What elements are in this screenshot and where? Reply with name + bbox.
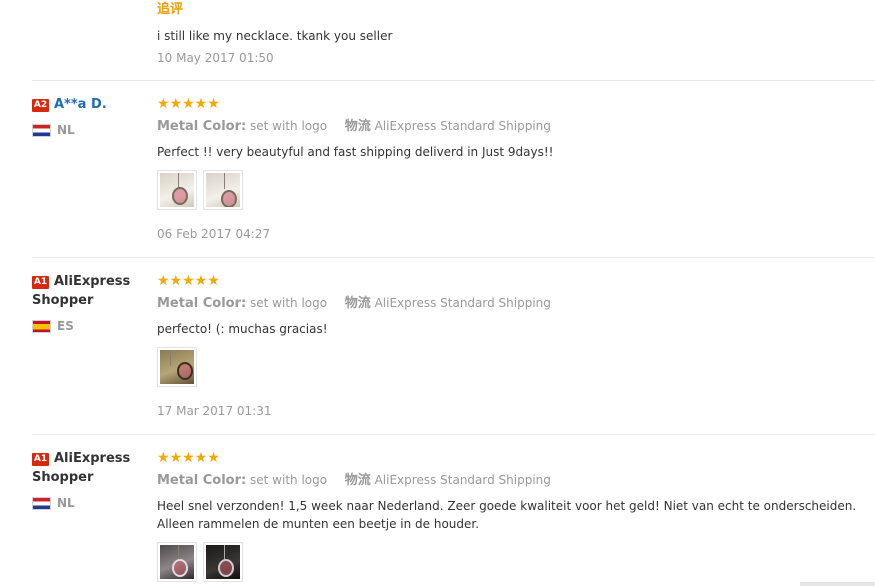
shipping-value: AliExpress Standard Shipping xyxy=(374,473,551,487)
star-rating: ★★★★★ xyxy=(157,450,220,466)
metal-color-label: Metal Color: xyxy=(157,119,247,134)
logistics-label: 物流 xyxy=(344,473,371,488)
review-content: ★★★★★ Metal Color: set with logo 物流 AliE… xyxy=(157,272,875,419)
buyer-level-badge: A2 xyxy=(32,99,49,112)
logistics-label: 物流 xyxy=(344,119,371,134)
buyer-level-badge: A1 xyxy=(32,276,49,289)
metal-color-label: Metal Color: xyxy=(157,296,247,311)
star-rating: ★★★★★ xyxy=(157,273,220,289)
followup-label: 追评 xyxy=(157,2,184,17)
feedback-text: perfecto! (: muchas gracias! xyxy=(157,322,328,336)
photo-thumbnail[interactable] xyxy=(203,542,243,582)
review-item: A1 AliExpress Shopper NL ★★★★★ Metal Colo… xyxy=(32,434,875,587)
metal-color-value: set with logo xyxy=(250,119,328,133)
photo-thumbnails xyxy=(157,542,875,582)
order-attributes: Metal Color: set with logo 物流 AliExpress… xyxy=(157,117,875,136)
review-date: 06 Feb 2017 04:27 xyxy=(157,227,271,241)
scrollbar-track[interactable] xyxy=(800,582,875,586)
review-item: A2 A**a D. NL ★★★★★ Metal Color: set with… xyxy=(32,80,875,257)
metal-color-value: set with logo xyxy=(250,473,328,487)
feedback-text: Heel snel verzonden! 1,5 week naar Neder… xyxy=(157,499,857,531)
shipping-value: AliExpress Standard Shipping xyxy=(374,296,551,310)
photo-thumbnail[interactable] xyxy=(203,170,243,210)
spain-flag-icon xyxy=(32,319,51,333)
buyer-name-link[interactable]: A**a D. xyxy=(54,97,107,112)
buyer-country: ES xyxy=(32,318,150,334)
photo-thumbnail[interactable] xyxy=(157,542,197,582)
buyer-level-badge: A1 xyxy=(32,453,49,466)
country-code: NL xyxy=(57,496,75,510)
metal-color-value: set with logo xyxy=(250,296,328,310)
review-content: ★★★★★ Metal Color: set with logo 物流 AliE… xyxy=(157,449,875,582)
followup-date: 10 May 2017 01:50 xyxy=(157,51,274,65)
country-code: ES xyxy=(57,319,74,333)
followup-block: 追评 i still like my necklace. tkank you s… xyxy=(157,0,392,66)
review-date: 17 Mar 2017 01:31 xyxy=(157,404,272,418)
review-item: A1 AliExpress Shopper ES ★★★★★ Metal Colo… xyxy=(32,257,875,434)
followup-text: i still like my necklace. tkank you sell… xyxy=(157,29,393,43)
buyer-country: NL xyxy=(32,122,150,138)
order-attributes: Metal Color: set with logo 物流 AliExpress… xyxy=(157,294,875,313)
country-code: NL xyxy=(57,123,75,137)
star-rating: ★★★★★ xyxy=(157,96,220,112)
photo-thumbnail[interactable] xyxy=(157,170,197,210)
photo-thumbnails xyxy=(157,347,875,387)
metal-color-label: Metal Color: xyxy=(157,473,247,488)
order-attributes: Metal Color: set with logo 物流 AliExpress… xyxy=(157,471,875,490)
photo-thumbnail[interactable] xyxy=(157,347,197,387)
buyer-info: A1 AliExpress Shopper ES xyxy=(32,272,150,334)
buyer-info: A1 AliExpress Shopper NL xyxy=(32,449,150,511)
review-content: ★★★★★ Metal Color: set with logo 物流 AliE… xyxy=(157,95,875,242)
netherlands-flag-icon xyxy=(32,496,51,510)
logistics-label: 物流 xyxy=(344,296,371,311)
shipping-value: AliExpress Standard Shipping xyxy=(374,119,551,133)
photo-thumbnails xyxy=(157,170,875,210)
buyer-info: A2 A**a D. NL xyxy=(32,95,150,138)
netherlands-flag-icon xyxy=(32,123,51,137)
feedback-text: Perfect !! very beautyful and fast shipp… xyxy=(157,145,554,159)
buyer-country: NL xyxy=(32,495,150,511)
